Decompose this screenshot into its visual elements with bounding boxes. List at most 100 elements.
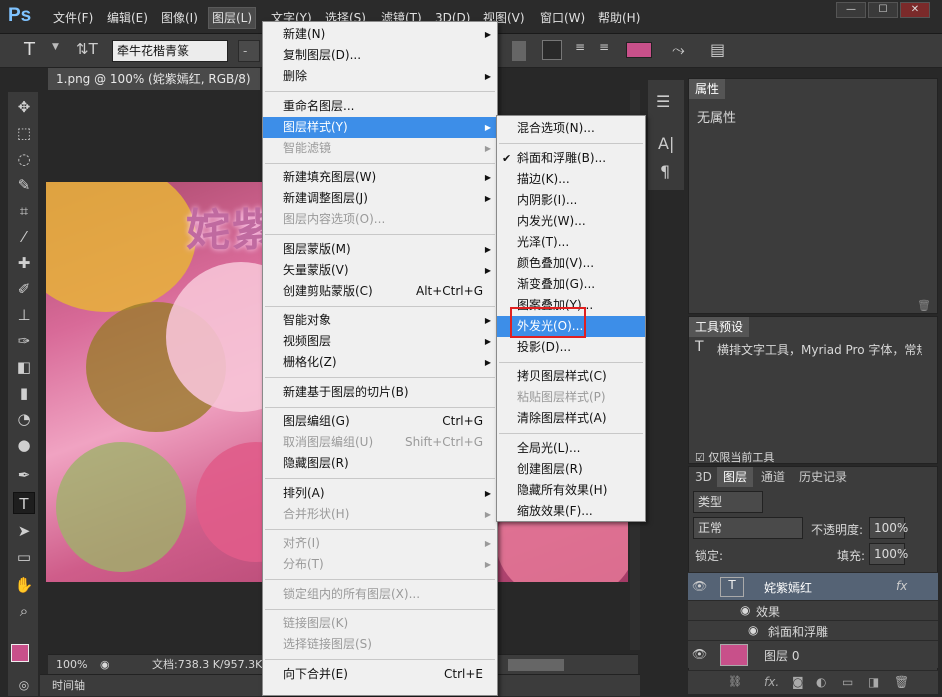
style-menu-item[interactable]: 描边(K)... <box>497 169 645 190</box>
style-menu-item[interactable]: 内阴影(I)... <box>497 190 645 211</box>
style-menu-item[interactable]: 投影(D)... <box>497 337 645 358</box>
layer-menu-item[interactable]: 创建剪贴蒙版(C) Alt+Ctrl+G <box>263 281 497 302</box>
menu-help[interactable]: 帮助(H) <box>595 9 643 27</box>
align-center-icon[interactable]: ≡ <box>570 40 590 60</box>
layer-name[interactable]: 姹紫嫣红 <box>764 579 812 596</box>
quick-mask-icon[interactable]: ◎ <box>13 674 35 696</box>
eraser-tool-icon[interactable]: ◧ <box>13 356 35 378</box>
tab-tool-presets[interactable]: 工具预设 <box>689 317 750 337</box>
style-menu-item[interactable]: 拷贝图层样式(C) <box>497 366 645 387</box>
layer-menu-item[interactable]: 图层样式(Y) ▶ <box>263 116 497 138</box>
link-icon[interactable]: ⛓ <box>728 675 742 688</box>
quick-select-icon[interactable]: ✎ <box>13 174 35 196</box>
eyedropper-tool-icon[interactable]: ⁄ <box>13 226 35 248</box>
effects-row[interactable]: ◉ 效果 <box>688 600 938 620</box>
style-menu-item[interactable]: 缩放效果(F)... <box>497 501 645 522</box>
move-tool-icon[interactable]: ✥ <box>13 96 35 118</box>
trash-icon[interactable]: 🗑 <box>894 675 909 689</box>
document-tab[interactable]: 1.png @ 100% (姹紫嫣红, RGB/8) * × <box>48 68 260 108</box>
style-menu-item[interactable]: 光泽(T)... <box>497 232 645 253</box>
layer-menu-item[interactable]: 新建基于图层的切片(B) <box>263 382 497 403</box>
adjustment-icon[interactable]: ◐ <box>816 675 826 689</box>
menu-edit[interactable]: 编辑(E) <box>104 9 151 27</box>
layer-menu-item[interactable]: 排列(A) ▶ <box>263 483 497 504</box>
layer-filter-select[interactable]: 类型 <box>693 491 763 513</box>
layer-menu-item[interactable]: 隐藏图层(R) <box>263 453 497 474</box>
close-window-button[interactable]: ✕ <box>900 2 930 18</box>
layer-menu-item[interactable]: 重命名图层... <box>263 96 497 117</box>
horizontal-scrollbar[interactable] <box>508 659 564 671</box>
orientation-toggle-icon[interactable]: ⇅T <box>76 40 98 58</box>
layer-menu-item[interactable]: 图层蒙版(M) ▶ <box>263 239 497 260</box>
effect-eye-icon[interactable]: ◉ <box>748 623 758 637</box>
style-menu-item[interactable]: 隐藏所有效果(H) <box>497 480 645 501</box>
brush-tool-icon[interactable]: ✐ <box>13 278 35 300</box>
layer-menu-item[interactable]: 新建调整图层(J) ▶ <box>263 188 497 209</box>
pen-tool-icon[interactable]: ✒ <box>13 464 35 486</box>
opacity-field[interactable]: 100% <box>869 517 908 539</box>
stamp-tool-icon[interactable]: ⊥ <box>13 304 35 326</box>
hand-tool-icon[interactable]: ✋ <box>13 574 35 596</box>
tool-preset-row[interactable]: 横排文字工具，Myriad Pro 字体，常规 <box>717 341 922 358</box>
fill-field[interactable]: 100% <box>869 543 908 565</box>
paragraph-panel-icon[interactable]: ¶ <box>660 162 670 181</box>
style-menu-item[interactable]: 斜面和浮雕(B)... ✔ <box>497 148 645 169</box>
menu-file[interactable]: 文件(F) <box>50 9 96 27</box>
current-tool-only-checkbox[interactable]: ☑ 仅限当前工具 <box>695 449 774 465</box>
visibility-eye-icon[interactable]: 👁 <box>692 647 707 661</box>
align-left-icon[interactable] <box>542 40 562 60</box>
layer-menu-item[interactable]: 删除 ▶ <box>263 66 497 87</box>
layer-row-text[interactable]: 👁 T 姹紫嫣红 fx <box>688 572 938 600</box>
effects-eye-icon[interactable]: ◉ <box>740 603 750 617</box>
layer-menu-item[interactable]: 图层编组(G) Ctrl+G <box>263 411 497 432</box>
style-menu-item[interactable]: 混合选项(N)... <box>497 118 645 139</box>
type-tool-icon[interactable]: T <box>13 492 35 514</box>
trash-icon[interactable]: 🗑 <box>917 299 931 312</box>
zoom-level[interactable]: 100% <box>56 655 87 675</box>
folder-icon[interactable]: ▭ <box>842 675 853 689</box>
warp-text-icon[interactable]: ⤳ <box>672 40 685 60</box>
blur-tool-icon[interactable]: ◔ <box>13 408 35 430</box>
tab-layers[interactable]: 图层 <box>717 467 754 487</box>
dodge-tool-icon[interactable]: ● <box>13 434 35 456</box>
layer-menu-item[interactable]: 智能对象 ▶ <box>263 310 497 331</box>
healing-brush-icon[interactable]: ✚ <box>13 252 35 274</box>
marquee-tool-icon[interactable]: ⬚ <box>13 122 35 144</box>
mask-icon[interactable]: ◙ <box>792 675 804 689</box>
fx-indicator[interactable]: fx <box>896 579 907 593</box>
tab-history[interactable]: 历史记录 <box>793 467 853 487</box>
layer-menu-item[interactable]: 矢量蒙版(V) ▶ <box>263 260 497 281</box>
font-family-field[interactable]: 牵牛花楷青篆 <box>112 40 228 62</box>
layer-menu-item[interactable]: 视频图层 ▶ <box>263 331 497 352</box>
tab-channels[interactable]: 通道 <box>755 467 791 487</box>
menu-image[interactable]: 图像(I) <box>158 9 201 27</box>
history-panel-icon[interactable]: ☰ <box>656 92 670 111</box>
path-select-icon[interactable]: ➤ <box>13 520 35 542</box>
type-tool-icon[interactable]: T <box>24 39 35 60</box>
style-menu-item[interactable]: 颜色叠加(V)... <box>497 253 645 274</box>
layer-menu-item[interactable]: 复制图层(D)... <box>263 45 497 66</box>
status-options-icon[interactable]: ◉ <box>100 655 110 675</box>
minimize-button[interactable]: — <box>836 2 866 18</box>
layer-menu-item[interactable]: 向下合并(E) Ctrl+E <box>263 664 497 685</box>
style-menu-item[interactable]: 内发光(W)... <box>497 211 645 232</box>
text-color-swatch[interactable] <box>626 42 652 58</box>
effect-item-row[interactable]: ◉ 斜面和浮雕 <box>688 620 938 640</box>
visibility-eye-icon[interactable]: 👁 <box>692 579 707 593</box>
history-brush-icon[interactable]: ✑ <box>13 330 35 352</box>
zoom-tool-icon[interactable]: ⌕ <box>13 600 35 622</box>
fx-icon[interactable]: fx. <box>764 675 779 689</box>
font-style-field[interactable]: - <box>238 40 260 62</box>
panels-toggle-icon[interactable]: ▤ <box>710 40 725 59</box>
crop-tool-icon[interactable]: ⌗ <box>13 200 35 222</box>
blend-mode-select[interactable]: 正常 <box>693 517 803 539</box>
menu-window[interactable]: 窗口(W) <box>537 9 588 27</box>
layer-menu-item[interactable]: 新建填充图层(W) ▶ <box>263 167 497 188</box>
layer-menu-item[interactable]: 栅格化(Z) ▶ <box>263 352 497 373</box>
align-right-icon[interactable]: ≡ <box>594 40 614 60</box>
shape-tool-icon[interactable]: ▭ <box>13 546 35 568</box>
style-menu-item[interactable]: 创建图层(R) <box>497 459 645 480</box>
layer-name[interactable]: 图层 0 <box>764 647 799 664</box>
new-layer-icon[interactable]: ◨ <box>868 675 879 689</box>
foreground-color-swatch[interactable] <box>11 644 29 662</box>
